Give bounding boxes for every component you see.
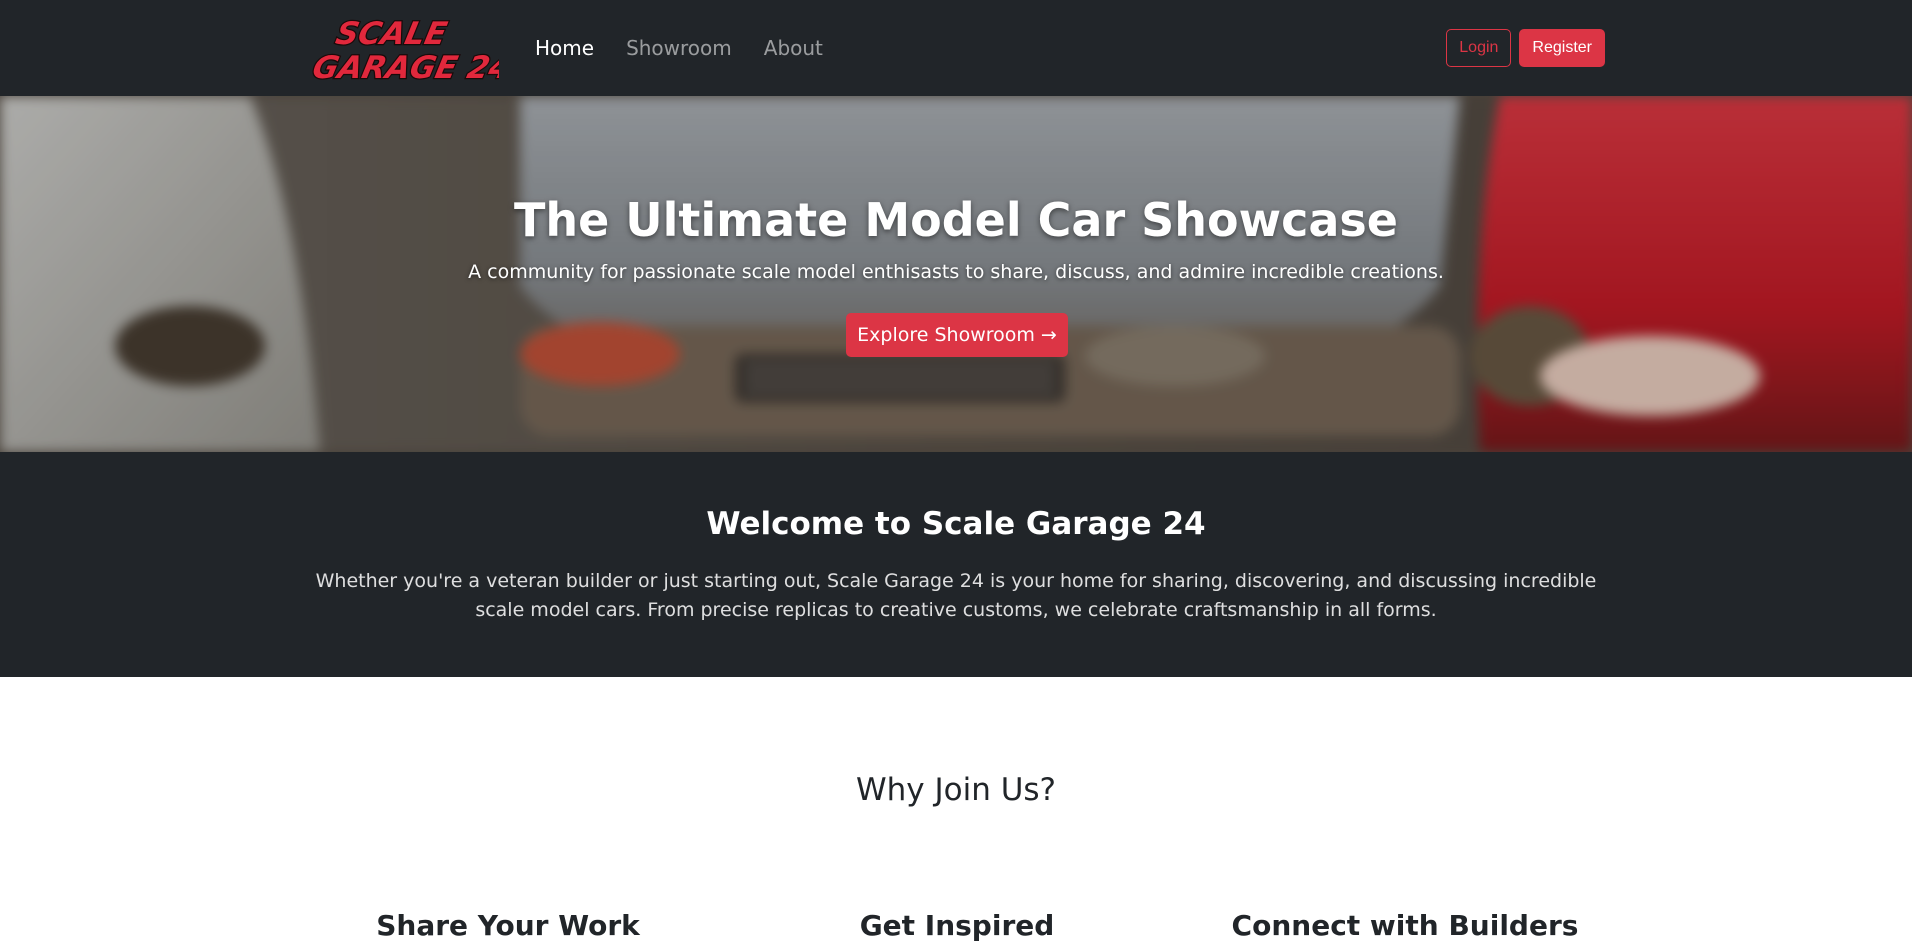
nav-link-about[interactable]: About [748, 28, 839, 68]
hero-content: The Ultimate Model Car Showcase A commun… [0, 96, 1912, 452]
why-join-section: Why Join Us? Share Your Work Get Inspire… [0, 677, 1912, 942]
site-logo[interactable]: SCALE GARAGE 24 [311, 12, 499, 84]
explore-showroom-button[interactable]: Explore Showroom → [846, 313, 1068, 357]
navbar: SCALE GARAGE 24 Home Showroom About Logi… [0, 0, 1912, 96]
why-join-title: Why Join Us? [855, 772, 1057, 808]
logo-text-line1: SCALE [333, 16, 451, 52]
nav-link-home[interactable]: Home [519, 28, 610, 68]
logo-text-line2: GARAGE 24 [311, 50, 499, 84]
logo-graphic: SCALE GARAGE 24 [311, 15, 499, 84]
welcome-text: Whether you're a veteran builder or just… [315, 570, 1597, 621]
feature-title-share: Share Your Work [376, 909, 640, 942]
login-button[interactable]: Login [1446, 29, 1512, 67]
feature-title-connect: Connect with Builders [1231, 909, 1579, 942]
nav-link-showroom[interactable]: Showroom [610, 28, 748, 68]
register-button[interactable]: Register [1519, 29, 1605, 67]
hero-title: The Ultimate Model Car Showcase [513, 193, 1399, 247]
auth-buttons: Login Register [1446, 29, 1605, 67]
hero-subtitle: A community for passionate scale model e… [468, 261, 1444, 283]
feature-title-inspired: Get Inspired [859, 909, 1055, 942]
navbar-container: SCALE GARAGE 24 Home Showroom About Logi… [311, 0, 1605, 96]
welcome-section: Welcome to Scale Garage 24 Whether you'r… [0, 452, 1912, 677]
nav-links: Home Showroom About [519, 28, 839, 68]
welcome-title: Welcome to Scale Garage 24 [706, 506, 1206, 542]
hero-section: The Ultimate Model Car Showcase A commun… [0, 96, 1912, 452]
